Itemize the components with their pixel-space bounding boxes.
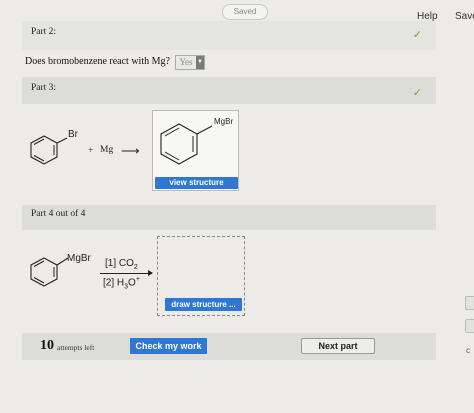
part3-header: Part 3: ✓ [22, 77, 436, 104]
draw-structure-button[interactable]: draw structure ... [165, 298, 242, 311]
mg-reagent: Mg [100, 145, 114, 155]
part2-header: Part 2: ✓ [22, 21, 436, 50]
part4-title: Part 4 out of 4 [31, 209, 86, 219]
part4-mgbr-label: MgBr [67, 253, 91, 264]
part4-header: Part 4 out of 4 [22, 205, 436, 230]
reagent-step2: [2] H3O+ [103, 276, 140, 291]
part2-question: Does bromobenzene react with Mg? [25, 56, 170, 67]
part2-title: Part 2: [31, 27, 57, 37]
attempts-label: attempts left [57, 343, 95, 352]
part3-title: Part 3: [31, 83, 57, 93]
check-icon: ✓ [412, 86, 422, 99]
reactant-br-label: Br [68, 129, 78, 140]
arrow-head-icon [148, 270, 153, 276]
answer-select-value: Yes [176, 56, 196, 69]
saved-status-pill: Saved [222, 4, 268, 20]
reaction-arrow-line [100, 273, 152, 274]
side-tab[interactable] [465, 319, 474, 333]
attempts-count: 10 [40, 338, 54, 353]
reagent-step1: [1] CO2 [105, 258, 138, 271]
view-structure-button[interactable]: view structure [155, 177, 238, 189]
next-part-button[interactable]: Next part [301, 338, 375, 354]
reaction-arrow-icon: ⟶ [121, 143, 140, 158]
answer-select[interactable]: Yes ▼ [175, 55, 205, 70]
side-partial-letter: c [466, 346, 470, 355]
check-icon: ✓ [412, 28, 422, 41]
save-link[interactable]: Save [455, 11, 474, 22]
plus-sign: + [88, 146, 94, 156]
chevron-down-icon: ▼ [196, 56, 204, 69]
side-tab[interactable] [465, 296, 474, 310]
check-my-work-button[interactable]: Check my work [130, 338, 207, 354]
product-mgbr-label: MgBr [214, 117, 234, 126]
